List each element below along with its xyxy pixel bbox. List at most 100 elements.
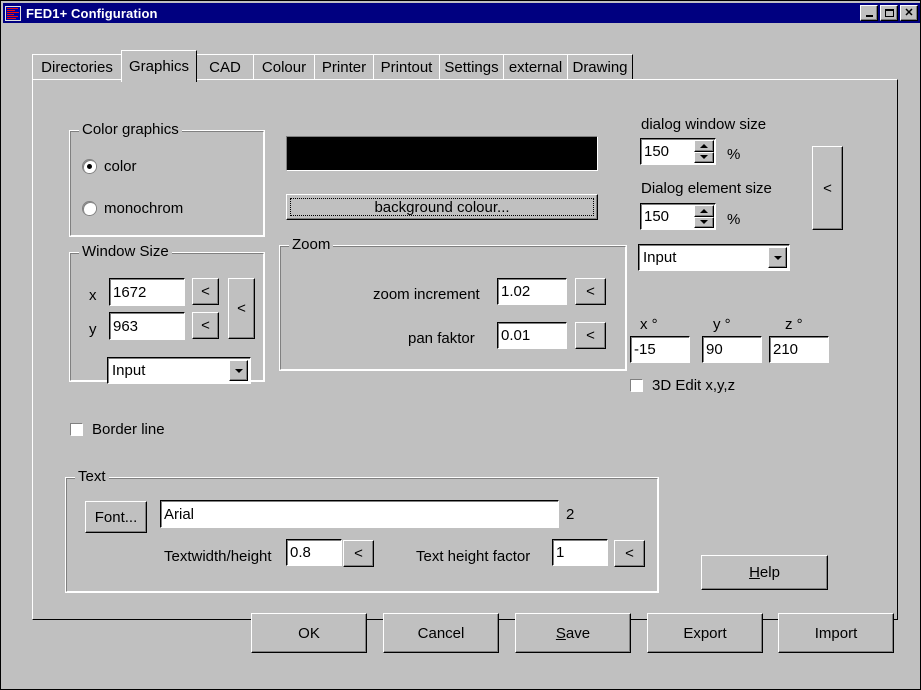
help-button[interactable]: Help [701,555,828,590]
dialog-window-size-label: dialog window size [641,116,766,134]
tab-directories[interactable]: Directories [32,54,122,80]
pan-faktor-pick-label: < [586,327,595,344]
spin-up-icon[interactable] [694,140,714,152]
fed1-configuration-window: FED1+ Configuration ✕ Directories Graphi… [0,0,921,690]
window-client-area: Directories Graphics CAD Colour Printer … [3,25,920,689]
chevron-down-icon[interactable] [229,360,248,381]
angle-x-value: -15 [634,341,656,358]
save-button[interactable]: Save [515,613,631,653]
textwidth-height-pick-button[interactable]: < [343,540,374,567]
angle-x-input[interactable]: -15 [630,336,690,363]
tab-printout[interactable]: Printout [373,54,440,80]
text-height-factor-input[interactable]: 1 [552,539,608,566]
radio-color-icon [83,160,96,173]
angle-y-value: 90 [706,341,723,358]
background-colour-swatch[interactable] [286,136,598,171]
border-line-checkbox-icon [70,423,83,436]
window-size-combo[interactable]: Input [107,357,251,384]
tab-colour[interactable]: Colour [253,54,315,80]
font-button[interactable]: Font... [85,501,147,533]
save-button-label: Save [556,625,590,642]
textwidth-height-input[interactable]: 0.8 [286,539,342,566]
font-name-value: Arial [164,506,194,523]
pan-faktor-value: 0.01 [501,327,530,344]
tab-printer[interactable]: Printer [314,54,374,80]
window-size-x-label: x [89,287,97,305]
zoom-increment-label: zoom increment [373,286,480,304]
spin-down-icon[interactable] [694,152,714,164]
cancel-button-label: Cancel [418,625,465,642]
window-size-x-pick-button[interactable]: < [192,278,219,305]
dialog-element-combo-value: Input [639,249,768,266]
maximize-icon [885,9,894,17]
pan-faktor-pick-button[interactable]: < [575,322,606,349]
close-icon: ✕ [904,8,913,19]
edit-3d-checkbox[interactable]: 3D Edit x,y,z [630,377,735,394]
dialog-window-size-spinner[interactable]: 150 [640,138,716,165]
edit-3d-checkbox-icon [630,379,643,392]
tab-graphics[interactable]: Graphics [121,50,197,82]
dialog-window-size-unit: % [727,146,740,164]
tab-external[interactable]: external [503,54,568,80]
text-group-legend: Text [75,469,109,485]
export-button-label: Export [683,625,726,642]
window-size-y-input[interactable]: 963 [109,312,185,340]
angle-z-value: 210 [773,341,798,358]
spin-up-icon[interactable] [694,205,714,217]
text-group: Text [65,477,659,593]
text-height-factor-pick-button[interactable]: < [614,540,645,567]
export-button[interactable]: Export [647,613,763,653]
window-size-both-pick-label: < [237,300,246,317]
window-size-x-input[interactable]: 1672 [109,278,185,306]
text-height-factor-value: 1 [556,544,564,561]
dialog-element-combo[interactable]: Input [638,244,790,271]
import-button[interactable]: Import [778,613,894,653]
dialog-window-size-value: 150 [641,139,694,164]
border-line-checkbox[interactable]: Border line [70,421,165,438]
text-height-factor-label: Text height factor [416,548,530,566]
window-size-y-label: y [89,321,97,339]
angle-z-label: z ° [785,316,803,334]
radio-monochrom[interactable]: monochrom [83,200,183,217]
textwidth-height-value: 0.8 [290,544,311,561]
ok-button-label: OK [298,625,320,642]
pan-faktor-label: pan faktor [408,330,475,348]
font-name-input[interactable]: Arial [160,500,559,528]
dialog-window-size-spin-buttons [694,140,714,163]
zoom-increment-pick-label: < [586,283,595,300]
border-line-label: Border line [92,421,165,438]
help-button-label: Help [749,564,780,581]
radio-monochrom-label: monochrom [104,200,183,217]
angle-y-input[interactable]: 90 [702,336,762,363]
tab-drawing[interactable]: Drawing [567,54,633,80]
zoom-group-legend: Zoom [289,237,333,253]
background-colour-button[interactable]: background colour... [286,194,598,220]
dialog-element-size-spinner[interactable]: 150 [640,203,716,230]
chevron-down-icon[interactable] [768,247,787,268]
radio-color[interactable]: color [83,158,137,175]
dialog-size-pick-button[interactable]: < [812,146,843,230]
ok-button[interactable]: OK [251,613,367,653]
graphics-tab-panel: Color graphics color monochrom backgroun… [32,79,898,620]
maximize-button[interactable] [880,5,898,21]
tab-settings[interactable]: Settings [439,54,504,80]
window-controls: ✕ [860,5,918,21]
cancel-button[interactable]: Cancel [383,613,499,653]
text-height-factor-pick-label: < [625,545,634,562]
zoom-increment-input[interactable]: 1.02 [497,278,567,305]
angle-y-label: y ° [713,316,731,334]
zoom-increment-value: 1.02 [501,283,530,300]
angle-z-input[interactable]: 210 [769,336,829,363]
pan-faktor-input[interactable]: 0.01 [497,322,567,349]
tab-strip: Directories Graphics CAD Colour Printer … [32,50,898,80]
window-size-y-value: 963 [113,318,138,335]
minimize-button[interactable] [860,5,878,21]
zoom-increment-pick-button[interactable]: < [575,278,606,305]
close-button[interactable]: ✕ [900,5,918,21]
dialog-element-size-value: 150 [641,204,694,229]
window-size-y-pick-button[interactable]: < [192,312,219,339]
spin-down-icon[interactable] [694,217,714,229]
dialog-element-size-label: Dialog element size [641,180,772,198]
tab-cad[interactable]: CAD [196,54,254,80]
window-size-both-pick-button[interactable]: < [228,278,255,339]
